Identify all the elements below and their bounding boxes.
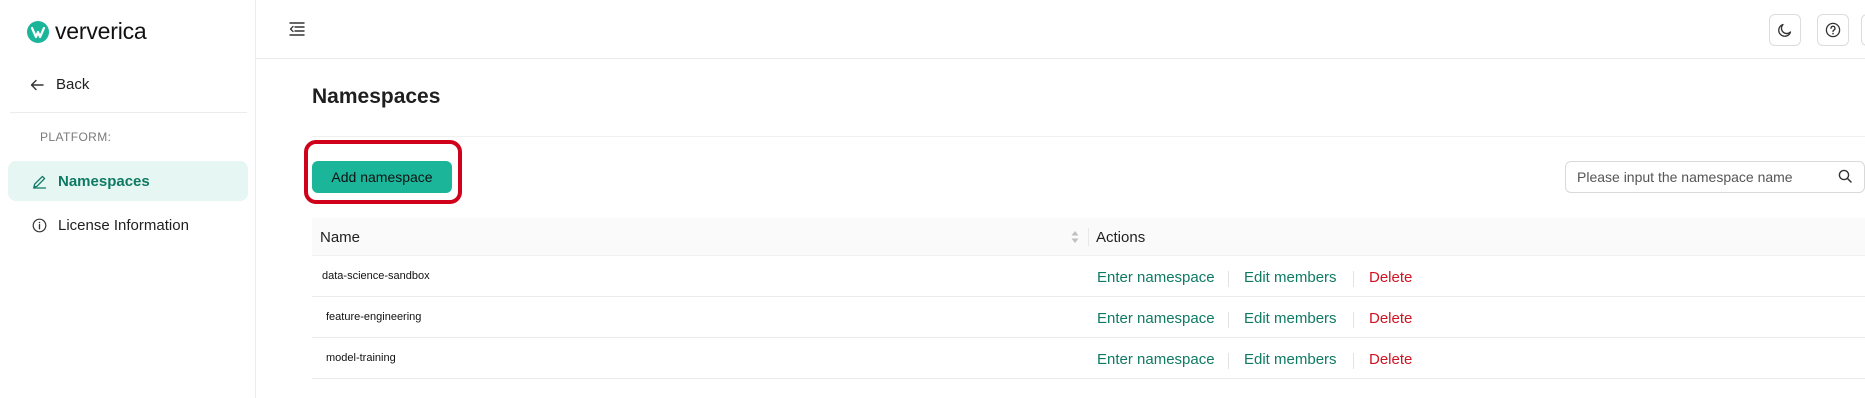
table-row: feature-engineering Enter namespace Edit… (312, 297, 1865, 338)
edit-members-link[interactable]: Edit members (1244, 269, 1337, 286)
moon-icon (1778, 23, 1792, 37)
delete-link[interactable]: Delete (1369, 310, 1412, 327)
delete-link[interactable]: Delete (1369, 269, 1412, 286)
enter-namespace-link[interactable]: Enter namespace (1097, 310, 1215, 327)
back-link[interactable]: Back (30, 76, 89, 93)
sidebar-item-namespaces[interactable]: Namespaces (8, 161, 248, 201)
search-button[interactable] (1838, 169, 1854, 185)
add-namespace-button[interactable]: Add namespace (312, 161, 452, 193)
back-label: Back (56, 76, 90, 93)
pencil-icon (32, 175, 47, 189)
info-icon (32, 218, 47, 232)
sidebar-item-license-information[interactable]: License Information (8, 205, 248, 245)
sidebar-divider (10, 112, 247, 113)
table-row: data-science-sandbox Enter namespace Edi… (312, 256, 1865, 297)
sidebar-item-label: Namespaces (58, 172, 150, 190)
action-divider (1353, 312, 1354, 328)
action-divider (1353, 353, 1354, 369)
collapse-menu-icon (289, 22, 305, 36)
edit-members-link[interactable]: Edit members (1244, 310, 1337, 327)
page-title: Namespaces (312, 85, 441, 108)
column-header-actions: Actions (1096, 229, 1146, 246)
namespace-search (1565, 161, 1865, 193)
ververica-logo-icon (27, 20, 49, 43)
table-row: model-training Enter namespace Edit memb… (312, 338, 1865, 379)
sort-icon (1071, 231, 1079, 243)
brand-logo[interactable]: ververica (27, 18, 147, 45)
top-bar (256, 0, 1865, 59)
column-header-name: Name (320, 229, 361, 246)
sort-button[interactable] (1070, 228, 1080, 246)
action-divider (1228, 271, 1229, 287)
enter-namespace-link[interactable]: Enter namespace (1097, 269, 1215, 286)
action-divider (1353, 271, 1354, 287)
namespace-name: model-training (326, 352, 396, 364)
action-divider (1228, 312, 1229, 328)
help-icon (1825, 22, 1841, 38)
search-icon (1838, 169, 1852, 183)
namespace-name: feature-engineering (326, 311, 422, 323)
delete-link[interactable]: Delete (1369, 351, 1412, 368)
help-button[interactable] (1817, 14, 1849, 46)
sidebar-item-label: License Information (58, 216, 189, 234)
action-divider (1228, 353, 1229, 369)
edit-members-link[interactable]: Edit members (1244, 351, 1337, 368)
section-label: PLATFORM: (40, 130, 112, 144)
user-menu-button[interactable] (1861, 14, 1865, 46)
table-header: Name Actions (312, 218, 1865, 256)
column-divider (1088, 228, 1089, 246)
namespace-name: data-science-sandbox (322, 270, 430, 282)
enter-namespace-link[interactable]: Enter namespace (1097, 351, 1215, 368)
collapse-sidebar-button[interactable] (288, 20, 308, 40)
brand-name: ververica (55, 18, 147, 44)
theme-toggle-button[interactable] (1769, 14, 1801, 46)
sidebar: ververica Back PLATFORM: Namespaces Lice… (0, 0, 256, 398)
title-divider (312, 136, 1865, 137)
search-input[interactable] (1577, 169, 1817, 185)
arrow-left-icon (30, 79, 44, 90)
